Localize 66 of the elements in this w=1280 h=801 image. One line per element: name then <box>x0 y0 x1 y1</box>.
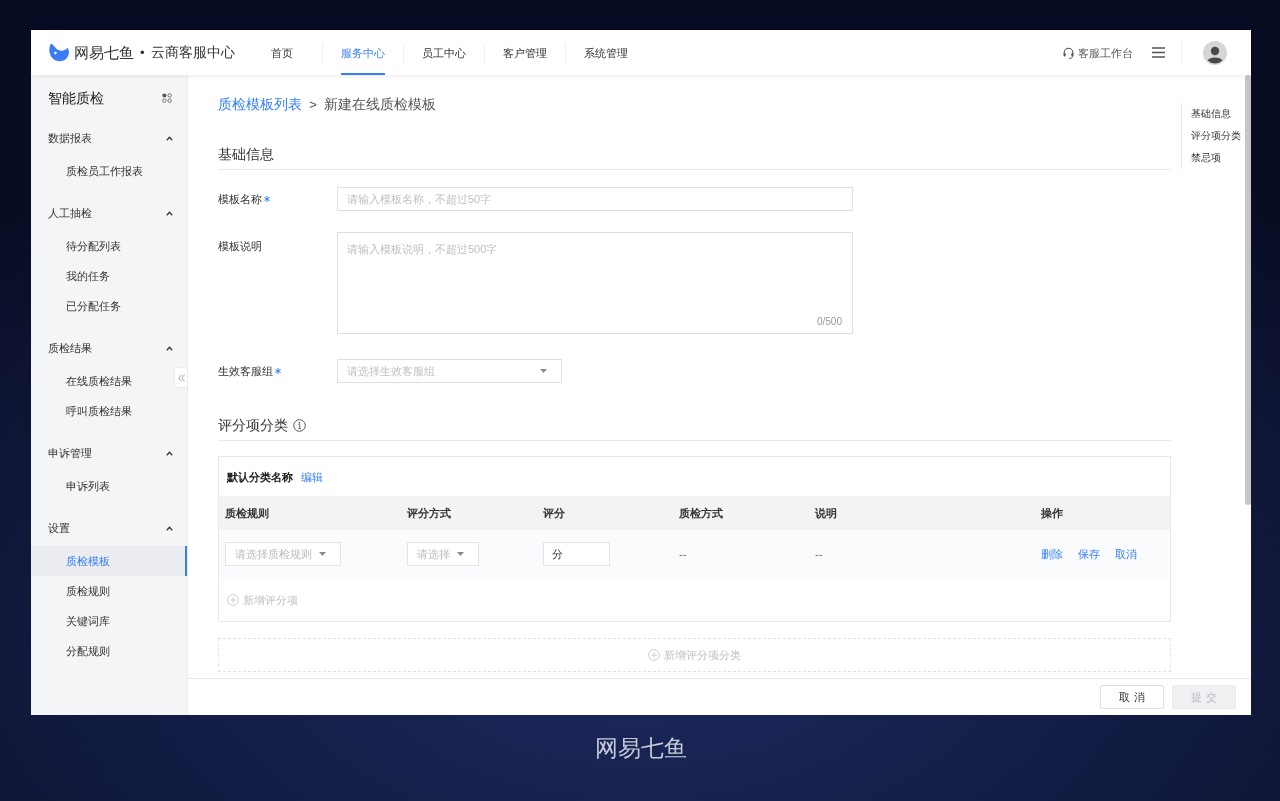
score-input[interactable]: 分 <box>543 542 610 566</box>
plus-circle-icon <box>227 593 239 606</box>
table-cell-text: -- <box>815 547 823 562</box>
cancel-button[interactable]: 取 消 <box>1100 685 1164 709</box>
action-link[interactable]: 取消 <box>1115 546 1137 562</box>
anchor-link[interactable]: 基础信息 <box>1191 103 1231 125</box>
separator-dot: • <box>140 43 145 62</box>
sidebar-item[interactable]: 我的任务 <box>66 261 110 291</box>
brand-name: 网易七鱼 <box>74 42 134 63</box>
sidebar-item[interactable]: 在线质检结果 <box>66 366 132 396</box>
anchor-link[interactable]: 禁忌项 <box>1191 147 1221 169</box>
caret-down-icon <box>540 369 547 373</box>
avatar-icon[interactable] <box>1203 40 1227 65</box>
column-header: 评分方式 <box>407 506 451 521</box>
nav-tab[interactable]: 系统管理 <box>583 30 628 75</box>
workbench-link[interactable]: 客服工作台 <box>1063 44 1133 61</box>
sidebar-item[interactable]: 关键词库 <box>66 606 110 636</box>
nav-tab[interactable]: 服务中心 <box>340 30 385 75</box>
fish-icon <box>48 42 70 63</box>
breadcrumb-link[interactable]: 质检模板列表 <box>218 95 302 115</box>
sidebar-item[interactable]: 分配规则 <box>66 636 110 666</box>
sidebar-item[interactable]: 质检员工作报表 <box>66 156 143 186</box>
field-label: 模板名称 <box>218 192 262 207</box>
char-counter: 0/500 <box>816 315 842 329</box>
sidebar-item[interactable]: 质检规则 <box>66 576 110 606</box>
sidebar-group-header[interactable]: 质检结果 <box>31 330 187 366</box>
sidebar-item[interactable]: 呼叫质检结果 <box>66 396 132 426</box>
column-header: 质检规则 <box>225 506 269 521</box>
scrollbar-thumb[interactable] <box>1245 75 1251 505</box>
caret-down-icon <box>319 552 326 556</box>
sidebar-item[interactable]: 待分配列表 <box>66 231 121 261</box>
column-header: 评分 <box>543 506 565 521</box>
sidebar-item[interactable]: 已分配任务 <box>66 291 121 321</box>
sidebar-group-header[interactable]: 申诉管理 <box>31 435 187 471</box>
caption-text: 网易七鱼 <box>595 735 687 761</box>
breadcrumb-separator: > <box>309 96 317 114</box>
column-header: 说明 <box>815 506 837 521</box>
action-link[interactable]: 保存 <box>1078 546 1100 562</box>
sidebar-group-header[interactable]: 人工抽检 <box>31 195 187 231</box>
column-header: 质检方式 <box>679 506 723 521</box>
nav-tab[interactable]: 首页 <box>270 30 293 75</box>
column-header: 操作 <box>1041 506 1063 521</box>
menu-icon[interactable] <box>1152 47 1165 58</box>
section-title: 基础信息 <box>218 145 274 164</box>
caret-down-icon <box>457 552 464 556</box>
info-icon[interactable] <box>293 419 306 432</box>
sidebar-group-header[interactable]: 数据报表 <box>31 120 187 156</box>
nav-tab[interactable]: 客户管理 <box>502 30 547 75</box>
sidebar-item[interactable]: 申诉列表 <box>66 471 110 501</box>
action-link[interactable]: 删除 <box>1041 546 1063 562</box>
plus-circle-icon <box>648 649 660 661</box>
section-title: 评分项分类 <box>218 416 288 435</box>
sidebar-group-header[interactable]: 设置 <box>31 510 187 546</box>
anchor-link[interactable]: 评分项分类 <box>1191 125 1241 147</box>
nav-tab[interactable]: 员工中心 <box>421 30 466 75</box>
field-label: 生效客服组 <box>218 364 273 379</box>
category-name: 默认分类名称 <box>227 469 293 485</box>
double-chevron-left-icon <box>177 373 185 382</box>
dots-grid-icon[interactable] <box>162 92 172 103</box>
field-label: 模板说明 <box>218 239 262 254</box>
breadcrumb-current: 新建在线质检模板 <box>323 96 436 114</box>
table-cell-text: -- <box>679 547 687 562</box>
sidebar-title: 智能质检 <box>48 88 104 108</box>
product-name: 云商客服中心 <box>150 43 235 62</box>
headset-icon <box>1063 46 1074 59</box>
edit-link[interactable]: 编辑 <box>301 468 323 485</box>
